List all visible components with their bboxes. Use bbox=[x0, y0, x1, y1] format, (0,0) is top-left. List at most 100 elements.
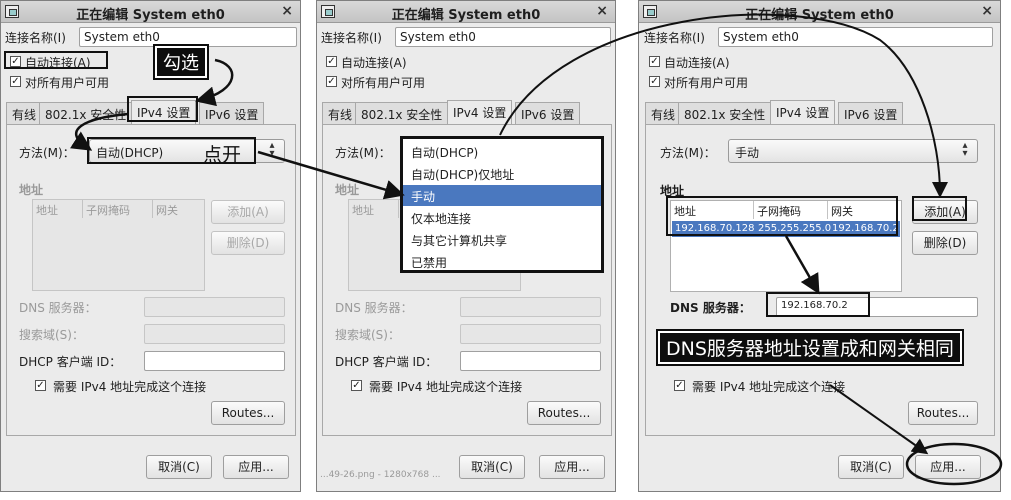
connection-name-input[interactable]: System eth0 bbox=[79, 27, 297, 47]
routes-button[interactable]: Routes... bbox=[908, 401, 978, 425]
all-users-checkbox[interactable]: ✓ bbox=[326, 76, 337, 87]
tab-wired[interactable]: 有线 bbox=[645, 102, 682, 124]
require-ipv4-checkbox[interactable]: ✓ bbox=[351, 380, 362, 391]
method-value: 手动 bbox=[735, 146, 760, 160]
routes-button[interactable]: Routes... bbox=[527, 401, 601, 425]
dialog-panel-dropdown: 正在编辑 System eth0 × 连接名称(I) System eth0 ✓… bbox=[316, 0, 616, 492]
tab-strip: 有线 802.1x 安全性 IPv4 设置 IPv6 设置 bbox=[645, 100, 995, 125]
method-dropdown-list: 自动(DHCP) 自动(DHCP)仅地址 手动 仅本地连接 与其它计算机共享 已… bbox=[400, 136, 604, 273]
title-bar: 正在编辑 System eth0 × bbox=[317, 1, 615, 23]
connection-name-input[interactable]: System eth0 bbox=[395, 27, 611, 47]
method-combobox[interactable]: 手动 ▴ ▾ bbox=[728, 139, 978, 163]
callout-dns: DNS服务器地址设置成和网关相同 bbox=[656, 329, 964, 366]
highlight-add-button bbox=[912, 196, 967, 221]
method-option-shared[interactable]: 与其它计算机共享 bbox=[407, 229, 597, 250]
require-ipv4-label: 需要 IPv4 地址完成这个连接 bbox=[692, 380, 846, 394]
method-option-dhcp-address-only[interactable]: 自动(DHCP)仅地址 bbox=[407, 163, 597, 184]
address-section-label: 地址 bbox=[19, 183, 44, 197]
tab-ipv6[interactable]: IPv6 设置 bbox=[838, 102, 904, 124]
title-bar: 正在编辑 System eth0 × bbox=[1, 1, 300, 23]
all-users-checkbox[interactable]: ✓ bbox=[10, 76, 21, 87]
tab-strip: 有线 802.1x 安全性 IPv4 设置 IPv6 设置 bbox=[322, 100, 612, 125]
add-button[interactable]: 添加(A) bbox=[211, 200, 285, 224]
dhcp-client-id-input[interactable] bbox=[144, 351, 285, 371]
ipv4-tab-body: 方法(M)： 自动(DHCP) ▴ ▾ 地址 地址 子网掩码 网关 添加(A) 删… bbox=[6, 124, 296, 436]
dns-input[interactable] bbox=[144, 297, 285, 317]
delete-button[interactable]: 删除(D) bbox=[912, 231, 978, 255]
highlight-address-row bbox=[666, 196, 898, 236]
window-title: 正在编辑 System eth0 bbox=[391, 8, 541, 23]
combo-arrows-icon: ▴ ▾ bbox=[269, 140, 275, 159]
connection-name-input[interactable]: System eth0 bbox=[718, 27, 993, 47]
cancel-button[interactable]: 取消(C) bbox=[838, 455, 904, 479]
dhcp-client-id-label: DHCP 客户端 ID： bbox=[19, 355, 122, 369]
tab-wired[interactable]: 有线 bbox=[322, 102, 359, 124]
search-domain-input[interactable] bbox=[144, 324, 285, 344]
address-table[interactable]: 地址 子网掩码 网关 bbox=[32, 199, 205, 291]
search-domain-label: 搜索域(S)： bbox=[335, 328, 400, 342]
tab-8021x[interactable]: 802.1x 安全性 bbox=[39, 102, 133, 124]
dhcp-client-id-input[interactable] bbox=[460, 351, 601, 371]
dns-label: DNS 服务器： bbox=[670, 301, 751, 315]
tab-ipv6[interactable]: IPv6 设置 bbox=[199, 102, 265, 124]
connection-name-label: 连接名称(I) bbox=[644, 31, 705, 45]
method-label: 方法(M)： bbox=[19, 146, 75, 160]
dialog-panel-dhcp: 正在编辑 System eth0 × 连接名称(I) System eth0 ✓… bbox=[0, 0, 301, 492]
dns-label: DNS 服务器： bbox=[19, 301, 97, 315]
delete-button[interactable]: 删除(D) bbox=[211, 231, 285, 255]
routes-button[interactable]: Routes... bbox=[211, 401, 285, 425]
auto-connect-checkbox[interactable]: ✓ bbox=[649, 56, 660, 67]
method-label: 方法(M)： bbox=[335, 146, 391, 160]
all-users-label: 对所有用户可用 bbox=[25, 76, 110, 90]
method-option-disabled[interactable]: 已禁用 bbox=[407, 251, 597, 272]
tab-ipv4[interactable]: IPv4 设置 bbox=[447, 100, 513, 125]
require-ipv4-checkbox[interactable]: ✓ bbox=[674, 380, 685, 391]
col-address: 地址 bbox=[33, 200, 83, 218]
title-bar: 正在编辑 System eth0 × bbox=[639, 1, 1000, 23]
all-users-label: 对所有用户可用 bbox=[341, 76, 426, 90]
apply-button[interactable]: 应用... bbox=[915, 455, 981, 479]
tab-wired[interactable]: 有线 bbox=[6, 102, 43, 124]
connection-name-label: 连接名称(I) bbox=[5, 31, 66, 45]
tab-ipv4[interactable]: IPv4 设置 bbox=[770, 100, 836, 125]
footer-caption: ...49-26.png - 1280x768 ... bbox=[320, 470, 441, 480]
highlight-auto-connect bbox=[4, 51, 108, 69]
window-title: 正在编辑 System eth0 bbox=[76, 8, 225, 23]
window-title: 正在编辑 System eth0 bbox=[745, 8, 894, 23]
dhcp-client-id-label: DHCP 客户端 ID： bbox=[335, 355, 438, 369]
ipv4-tab-body: 方法(M)： 手动 ▴ ▾ 地址 地址 子网掩码 网关 192.168.70.12… bbox=[645, 124, 995, 436]
require-ipv4-checkbox[interactable]: ✓ bbox=[35, 380, 46, 391]
apply-button[interactable]: 应用... bbox=[539, 455, 605, 479]
require-ipv4-label: 需要 IPv4 地址完成这个连接 bbox=[369, 380, 523, 394]
tab-ipv6[interactable]: IPv6 设置 bbox=[515, 102, 581, 124]
dialog-panel-manual: 正在编辑 System eth0 × 连接名称(I) System eth0 ✓… bbox=[638, 0, 1001, 492]
tab-8021x[interactable]: 802.1x 安全性 bbox=[678, 102, 772, 124]
connection-name-label: 连接名称(I) bbox=[321, 31, 382, 45]
require-ipv4-label: 需要 IPv4 地址完成这个连接 bbox=[53, 380, 207, 394]
combo-arrows-icon: ▴ ▾ bbox=[962, 140, 968, 159]
search-domain-label: 搜索域(S)： bbox=[19, 328, 84, 342]
apply-button[interactable]: 应用... bbox=[223, 455, 289, 479]
highlight-ipv4-tab bbox=[127, 96, 198, 122]
close-icon[interactable]: × bbox=[596, 3, 608, 19]
col-netmask: 子网掩码 bbox=[83, 200, 153, 218]
auto-connect-label: 自动连接(A) bbox=[341, 56, 407, 70]
dns-input[interactable] bbox=[460, 297, 601, 317]
auto-connect-label: 自动连接(A) bbox=[664, 56, 730, 70]
method-option-link-local[interactable]: 仅本地连接 bbox=[407, 207, 597, 228]
tab-8021x[interactable]: 802.1x 安全性 bbox=[355, 102, 449, 124]
close-icon[interactable]: × bbox=[981, 3, 993, 19]
col-address: 地址 bbox=[349, 200, 399, 218]
col-gateway: 网关 bbox=[156, 204, 178, 217]
method-option-manual[interactable]: 手动 bbox=[403, 185, 601, 206]
cancel-button[interactable]: 取消(C) bbox=[459, 455, 525, 479]
all-users-checkbox[interactable]: ✓ bbox=[649, 76, 660, 87]
dns-label: DNS 服务器： bbox=[335, 301, 413, 315]
cancel-button[interactable]: 取消(C) bbox=[146, 455, 212, 479]
address-section-label: 地址 bbox=[335, 183, 360, 197]
auto-connect-checkbox[interactable]: ✓ bbox=[326, 56, 337, 67]
close-icon[interactable]: × bbox=[281, 3, 293, 19]
search-domain-input[interactable] bbox=[460, 324, 601, 344]
callout-check: 勾选 bbox=[153, 44, 209, 80]
method-option-dhcp[interactable]: 自动(DHCP) bbox=[407, 141, 597, 162]
